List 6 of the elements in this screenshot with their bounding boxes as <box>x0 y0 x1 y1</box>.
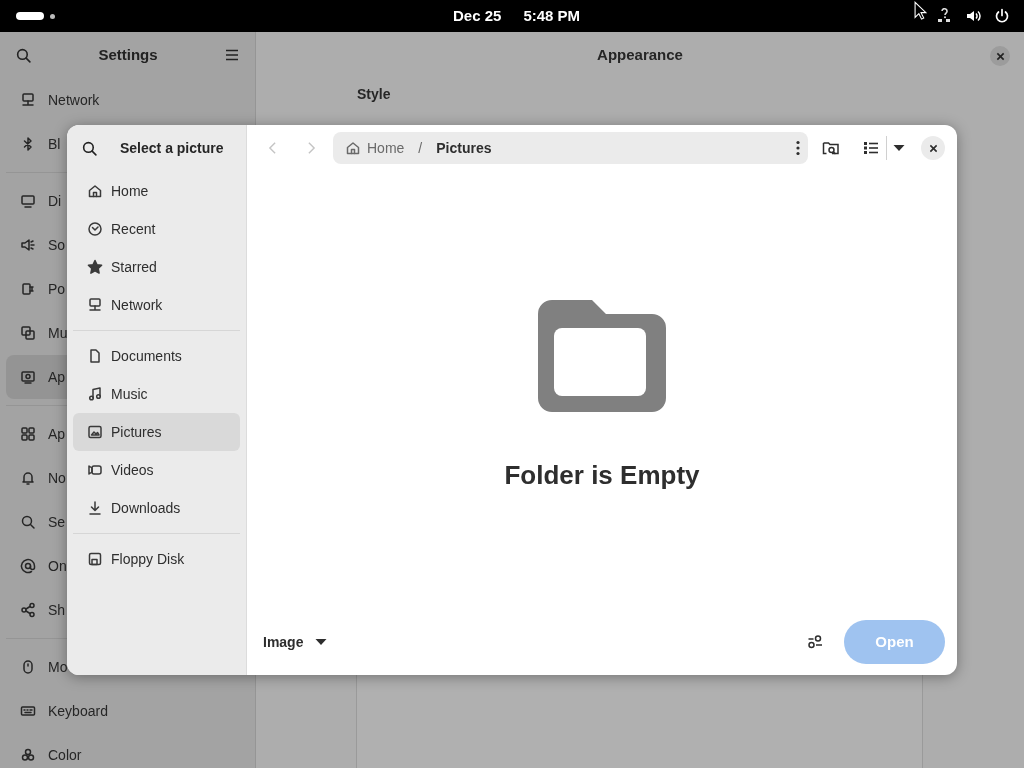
path-separator: / <box>418 138 423 158</box>
section-label: Style <box>357 85 392 104</box>
sidebar-title: Settings <box>98 44 158 65</box>
page-title: Appearance <box>597 44 683 65</box>
empty-state-title: Folder is Empty <box>504 459 700 492</box>
dialog-title: Select a picture <box>120 138 224 158</box>
